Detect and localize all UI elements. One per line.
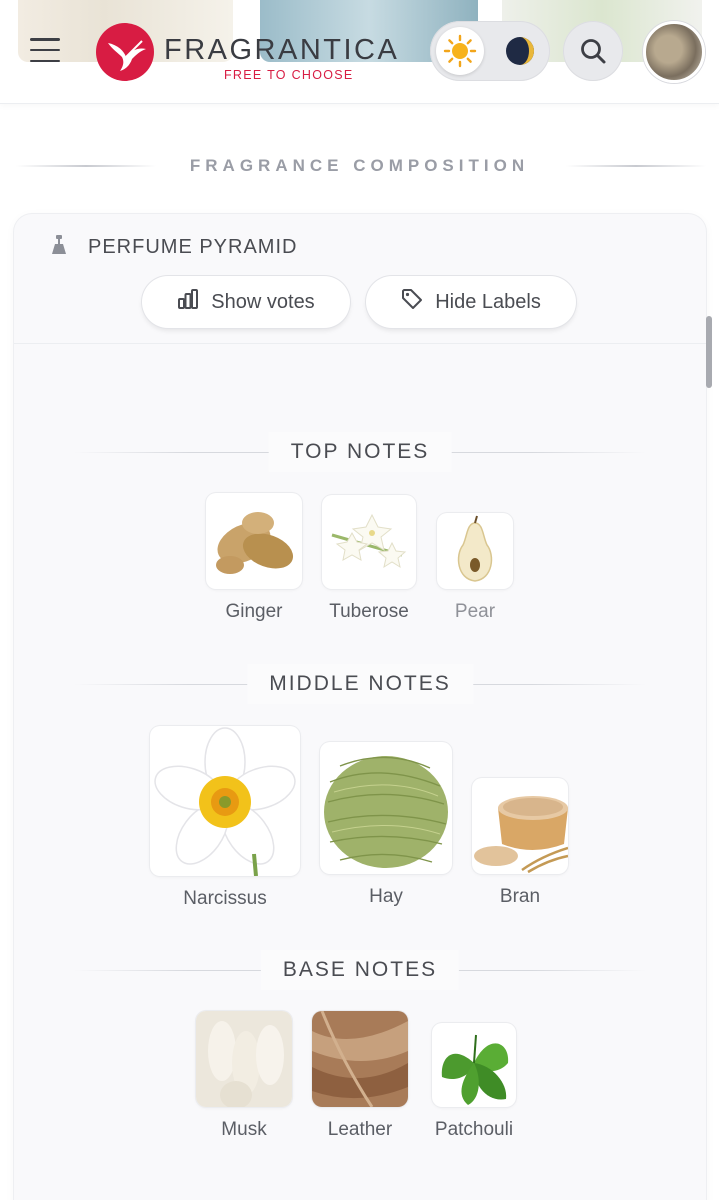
tag-icon xyxy=(401,288,423,316)
hay-image xyxy=(320,742,452,874)
note-name: Hay xyxy=(369,886,403,907)
note-name: Narcissus xyxy=(183,888,267,909)
bran-image xyxy=(472,778,568,874)
tuberose-image xyxy=(322,495,416,589)
musk-image xyxy=(196,1011,292,1107)
user-avatar[interactable] xyxy=(643,21,705,83)
base-notes-heading: BASE NOTES xyxy=(14,950,706,990)
base-notes-title: BASE NOTES xyxy=(260,950,460,990)
middle-notes-title: MIDDLE NOTES xyxy=(247,664,473,704)
bar-chart-icon xyxy=(177,288,199,316)
note-patchouli[interactable]: Patchouli xyxy=(432,1023,516,1141)
pyramid-title: PERFUME PYRAMID xyxy=(48,234,297,261)
note-name: Pear xyxy=(454,601,496,622)
pear-image xyxy=(437,513,513,589)
logo-tagline: FREE TO CHOOSE xyxy=(224,68,354,82)
note-name: Leather xyxy=(327,1119,393,1140)
section-heading: FRAGRANCE COMPOSITION xyxy=(0,152,719,180)
divider xyxy=(566,165,706,167)
note-name: Musk xyxy=(221,1119,267,1140)
scrollbar[interactable] xyxy=(706,316,712,388)
logo-wordmark[interactable]: FRAGRANTICA xyxy=(164,34,399,67)
theme-toggle[interactable] xyxy=(430,21,550,81)
perfume-bottle-icon xyxy=(48,234,70,261)
ginger-image xyxy=(206,493,302,589)
note-pear[interactable]: Pear xyxy=(437,513,513,623)
pyramid-title-label: PERFUME PYRAMID xyxy=(88,236,298,258)
top-notes-heading: TOP NOTES xyxy=(14,432,706,472)
narcissus-image xyxy=(150,726,300,876)
search-icon[interactable] xyxy=(563,21,623,81)
note-narcissus[interactable]: Narcissus xyxy=(150,726,300,910)
card-header: PERFUME PYRAMID Show votes Hide Labels xyxy=(14,214,706,344)
show-votes-button[interactable]: Show votes xyxy=(142,276,350,328)
note-bran[interactable]: Bran xyxy=(472,778,568,908)
leather-image xyxy=(312,1011,408,1107)
hamburger-menu-icon[interactable] xyxy=(30,38,60,62)
note-name: Bran xyxy=(499,886,541,907)
sun-icon[interactable] xyxy=(436,27,484,75)
top-notes-title: TOP NOTES xyxy=(268,432,452,472)
middle-notes-heading: MIDDLE NOTES xyxy=(14,664,706,704)
patchouli-image xyxy=(432,1023,516,1107)
note-name: Tuberose xyxy=(329,601,409,622)
moon-icon[interactable] xyxy=(496,27,544,75)
note-tuberose[interactable]: Tuberose xyxy=(322,495,416,623)
note-name: Patchouli xyxy=(434,1119,514,1140)
note-hay[interactable]: Hay xyxy=(320,742,452,908)
hide-labels-label: Hide Labels xyxy=(435,290,541,313)
note-ginger[interactable]: Ginger xyxy=(206,493,302,623)
hide-labels-button[interactable]: Hide Labels xyxy=(366,276,576,328)
hummingbird-logo-icon[interactable] xyxy=(96,23,154,81)
note-leather[interactable]: Leather xyxy=(312,1011,408,1141)
note-musk[interactable]: Musk xyxy=(196,1011,292,1141)
show-votes-label: Show votes xyxy=(211,290,315,313)
note-name: Ginger xyxy=(225,601,283,622)
site-header: FRAGRANTICA FREE TO CHOOSE xyxy=(0,0,719,104)
